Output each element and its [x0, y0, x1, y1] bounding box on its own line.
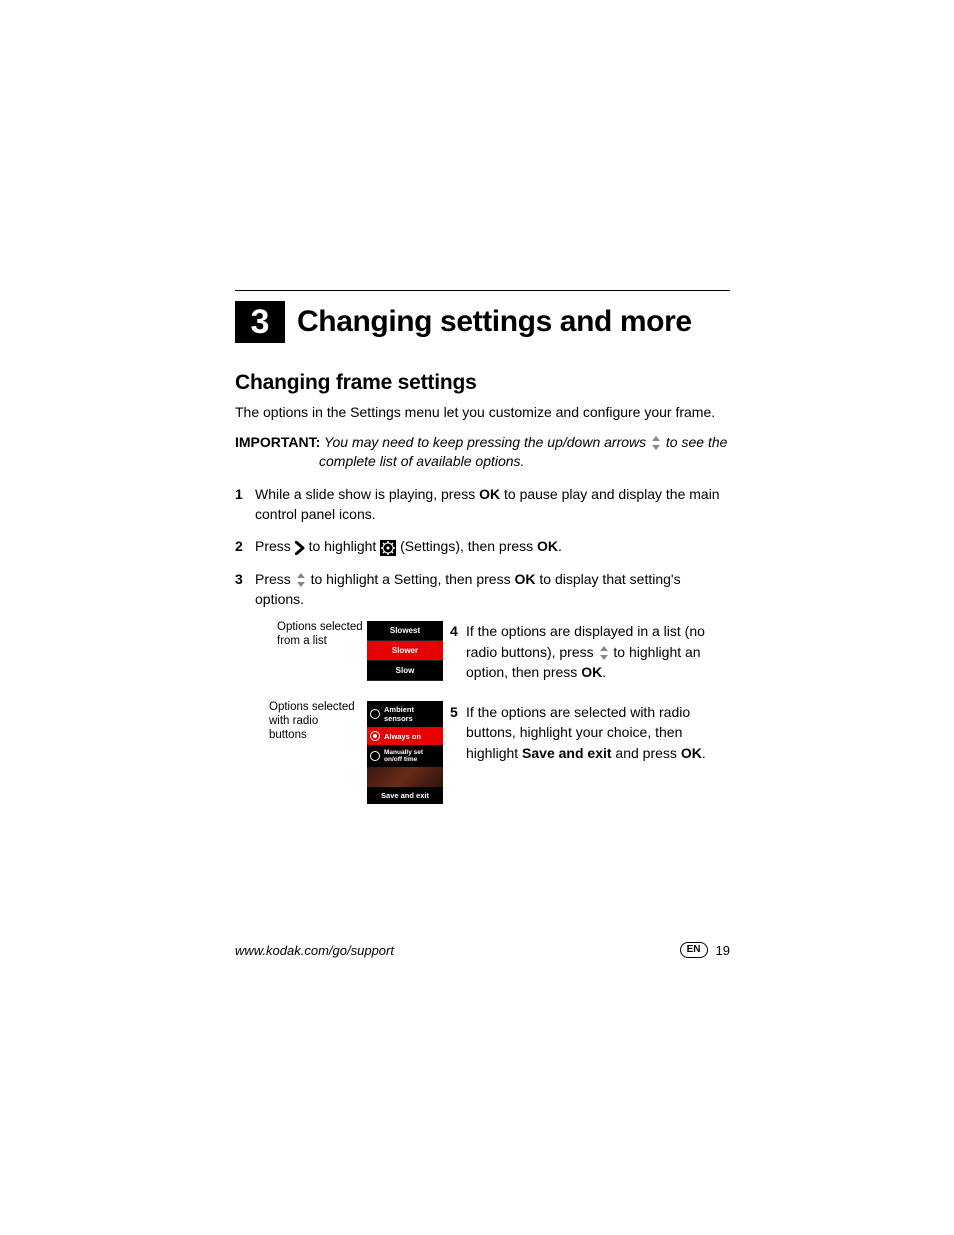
step-number: 1 [235, 484, 243, 504]
list-option: Slow [367, 661, 443, 681]
list-option-selected: Slower [367, 641, 443, 661]
figure-block: Options selected from a list Options sel… [235, 621, 730, 831]
list-option: Slowest [367, 621, 443, 641]
chapter-rule [235, 290, 730, 291]
up-down-arrow-icon [598, 646, 610, 660]
step-list: 1 While a slide show is playing, press O… [235, 484, 730, 609]
radio-icon [370, 751, 380, 761]
language-badge: EN [680, 942, 708, 958]
step-text: Press to highlight a Setting, then press… [255, 571, 681, 607]
text: . [602, 664, 606, 680]
step-5: 5 If the options are selected with radio… [450, 702, 725, 763]
chapter-title: Changing settings and more [297, 305, 692, 339]
step-3: 3 Press to highlight a Setting, then pre… [235, 569, 730, 610]
text: . [702, 745, 706, 761]
radio-label: Manually set on/off time [384, 749, 440, 763]
text: . [558, 538, 562, 554]
footer-url: www.kodak.com/go/support [235, 943, 394, 958]
up-down-arrow-icon [650, 436, 662, 450]
radio-option: Manually set on/off time [367, 745, 443, 767]
radio-options-panel: Ambient sensors Always on Manually set o… [367, 701, 443, 804]
text: While a slide show is playing, press [255, 486, 479, 502]
page-number: 19 [716, 943, 730, 958]
section-title: Changing frame settings [235, 371, 730, 395]
right-arrow-icon [295, 541, 305, 555]
right-steps: 4 If the options are displayed in a list… [450, 621, 725, 783]
annotation-radio: Options selected with radio buttons [269, 701, 359, 742]
save-and-exit-row: Save and exit [367, 787, 443, 804]
chapter-number: 3 [235, 301, 285, 343]
radio-option: Ambient sensors [367, 701, 443, 727]
important-line1b: to see the [666, 434, 728, 450]
ok-key: OK [581, 664, 602, 680]
text: and press [612, 745, 681, 761]
annotation-list: Options selected from a list [277, 621, 367, 649]
list-options-panel: Slowest Slower Slow [367, 621, 443, 681]
step-1: 1 While a slide show is playing, press O… [235, 484, 730, 525]
step-number: 3 [235, 569, 243, 589]
step-text: Press to highlight (Settings), then pres… [255, 538, 562, 554]
step-text: While a slide show is playing, press OK … [255, 486, 720, 522]
ok-key: OK [681, 745, 702, 761]
ok-key: OK [537, 538, 558, 554]
important-note: IMPORTANT: You may need to keep pressing… [235, 433, 730, 472]
step-number: 5 [450, 702, 458, 722]
important-line2: complete list of available options. [319, 452, 730, 472]
radio-icon [370, 709, 380, 719]
page-footer: www.kodak.com/go/support EN 19 [235, 942, 730, 958]
panel-photo-preview [367, 767, 443, 787]
text: to highlight a Setting, then press [307, 571, 515, 587]
chapter-header: 3 Changing settings and more [235, 301, 730, 343]
radio-label: Always on [384, 732, 421, 741]
text: Press [255, 571, 295, 587]
step-2: 2 Press to highlight (Settings), then pr… [235, 536, 730, 556]
important-line1a: You may need to keep pressing the up/dow… [324, 434, 646, 450]
step-number: 4 [450, 621, 458, 641]
important-label: IMPORTANT: [235, 434, 320, 450]
radio-label: Ambient sensors [384, 705, 440, 723]
settings-icon [380, 540, 396, 556]
up-down-arrow-icon [295, 573, 307, 587]
text: (Settings), then press [396, 538, 537, 554]
ok-key: OK [479, 486, 500, 502]
step-4: 4 If the options are displayed in a list… [450, 621, 725, 682]
text: Press [255, 538, 295, 554]
radio-option-selected: Always on [367, 727, 443, 745]
ok-key: OK [515, 571, 536, 587]
text: to highlight [305, 538, 381, 554]
step-number: 2 [235, 536, 243, 556]
bold-text: Save and exit [522, 745, 612, 761]
radio-icon [370, 731, 380, 741]
intro-text: The options in the Settings menu let you… [235, 403, 730, 423]
